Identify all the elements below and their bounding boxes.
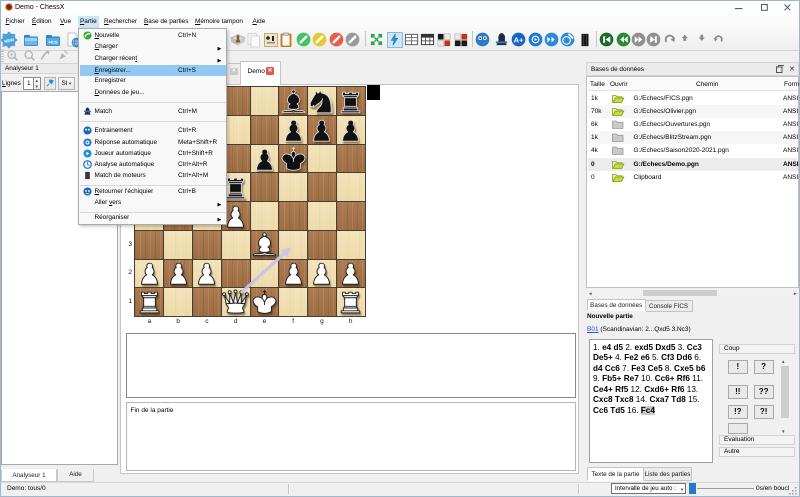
- svg-text:FICS: FICS: [48, 39, 57, 44]
- svg-text:A+: A+: [513, 35, 523, 44]
